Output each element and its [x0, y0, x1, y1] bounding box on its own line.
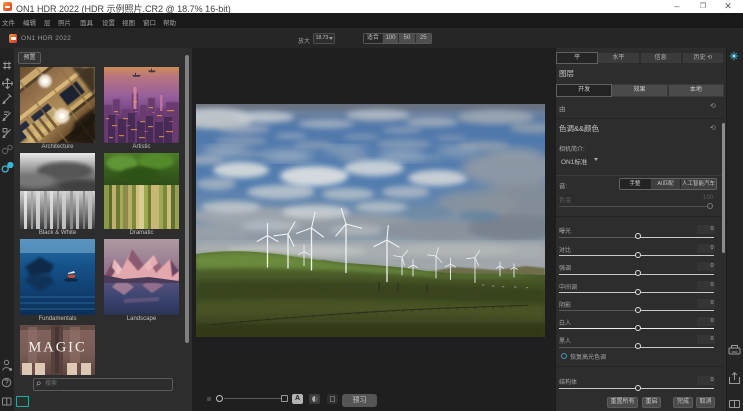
svg-text:MAGIC: MAGIC [28, 340, 86, 356]
